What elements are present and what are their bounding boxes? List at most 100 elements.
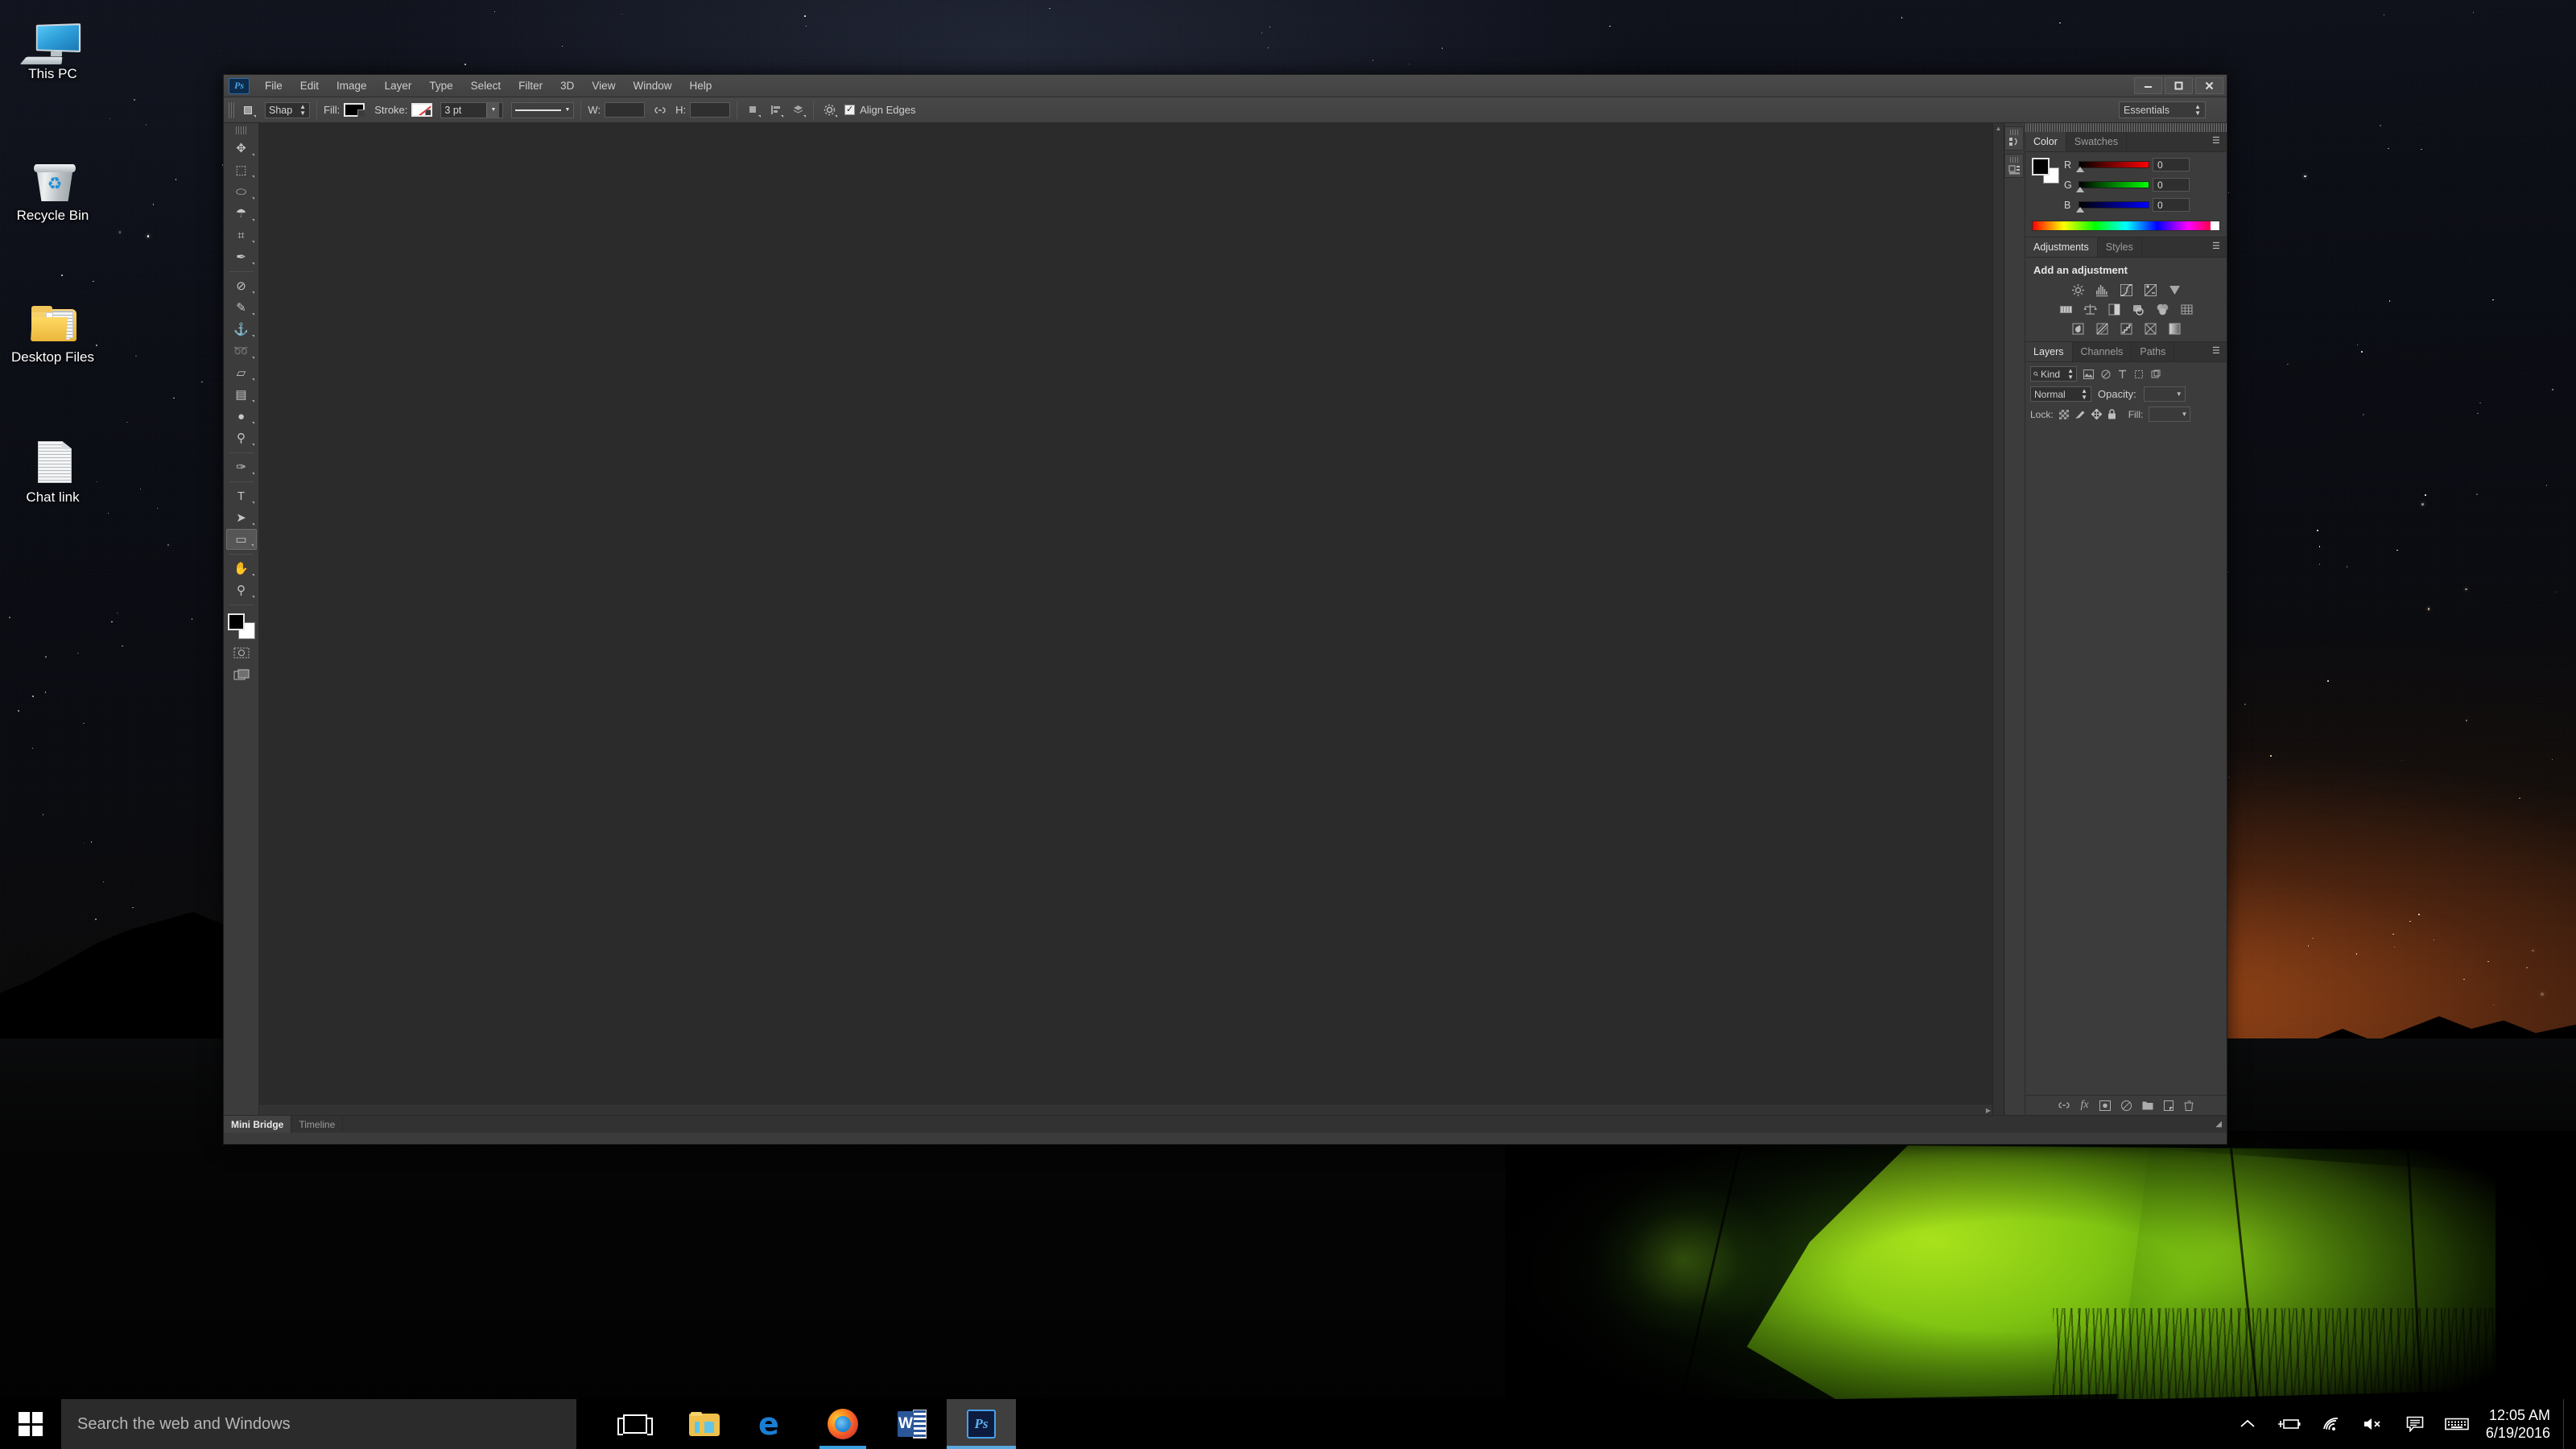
selective-color-icon[interactable]: [2143, 322, 2158, 336]
tools-panel-grip[interactable]: [236, 126, 247, 134]
channel-value[interactable]: 0: [2153, 198, 2190, 212]
eraser-tool[interactable]: ▱: [226, 362, 257, 383]
workspace-switcher[interactable]: Essentials ▲▼: [2119, 101, 2206, 118]
canvas-horizontal-scrollbar[interactable]: ▶: [259, 1104, 1992, 1115]
desktop-icon-recycle-bin[interactable]: ♻ Recycle Bin: [0, 148, 109, 224]
crop-tool[interactable]: ⌗: [226, 225, 257, 246]
shape-width-input[interactable]: [605, 102, 645, 118]
levels-icon[interactable]: [2095, 283, 2110, 297]
channel-mixer-icon[interactable]: [2155, 303, 2170, 316]
hand-tool[interactable]: ✋: [226, 558, 257, 579]
channel-slider[interactable]: [2079, 181, 2149, 188]
show-hidden-icons-icon[interactable]: [2227, 1399, 2268, 1449]
chevron-down-icon[interactable]: ▼: [2176, 390, 2185, 398]
desktop-icon-chat-link[interactable]: Chat link: [0, 430, 109, 506]
path-alignment-icon[interactable]: [766, 101, 784, 119]
eyedropper-tool[interactable]: ✒: [226, 246, 257, 267]
vibrance-icon[interactable]: [2167, 283, 2182, 297]
invert-icon[interactable]: [2070, 322, 2086, 336]
rectangular-marquee-tool[interactable]: ⬚: [226, 159, 257, 180]
gradient-map-icon[interactable]: [2167, 322, 2182, 336]
history-brush-tool[interactable]: ➿: [226, 341, 257, 361]
blend-mode-dropdown[interactable]: Normal ▲▼: [2030, 386, 2091, 402]
search-input[interactable]: Search the web and Windows: [61, 1399, 576, 1449]
fill-color-swatch[interactable]: [344, 103, 365, 117]
touch-keyboard-icon[interactable]: [2436, 1399, 2478, 1449]
panel-menu-icon[interactable]: ☰: [2212, 242, 2223, 252]
menu-item-image[interactable]: Image: [328, 77, 376, 95]
clock[interactable]: 12:05 AM 6/19/2016: [2478, 1406, 2563, 1442]
posterize-icon[interactable]: [2095, 322, 2110, 336]
close-button[interactable]: [2195, 77, 2223, 94]
file-explorer-button[interactable]: [670, 1399, 739, 1449]
status-tab-mini-bridge[interactable]: Mini Bridge: [224, 1116, 291, 1133]
geometry-options-gear-icon[interactable]: [820, 101, 838, 119]
microsoft-edge-button[interactable]: e: [739, 1399, 808, 1449]
volume-muted-icon[interactable]: [2352, 1399, 2394, 1449]
rectangle-tool[interactable]: ▭: [226, 529, 257, 550]
hue-saturation-icon[interactable]: [2058, 303, 2074, 316]
task-view-button[interactable]: [601, 1399, 670, 1449]
lasso-tool[interactable]: ⬭: [226, 181, 257, 202]
color-spectrum-ramp[interactable]: [2032, 221, 2220, 231]
status-tab-timeline[interactable]: Timeline: [291, 1116, 343, 1133]
color-balance-icon[interactable]: [2083, 303, 2098, 316]
exposure-icon[interactable]: [2143, 283, 2158, 297]
dodge-tool[interactable]: ⚲: [226, 427, 257, 448]
canvas-area[interactable]: ▲ ▶: [259, 123, 2004, 1115]
menu-item-window[interactable]: Window: [624, 77, 680, 95]
stroke-width-input[interactable]: 3 pt ▼: [440, 102, 503, 118]
scroll-up-arrow-icon[interactable]: ▲: [1993, 123, 2004, 134]
filter-kind-dropdown[interactable]: Kind ▲▼: [2030, 366, 2077, 382]
photoshop-title-bar[interactable]: Ps FileEditImageLayerTypeSelectFilter3DV…: [224, 75, 2227, 97]
properties-panel-icon[interactable]: [2004, 154, 2024, 178]
desktop-icon-desktop-files[interactable]: Desktop Files: [0, 290, 109, 365]
blur-tool[interactable]: ●: [226, 406, 257, 427]
add-layer-mask-icon[interactable]: [2099, 1100, 2111, 1111]
toolbar-foreground-swatch[interactable]: [228, 613, 245, 630]
menu-item-layer[interactable]: Layer: [376, 77, 421, 95]
fill-input[interactable]: ▼: [2149, 407, 2190, 422]
tab-color[interactable]: Color: [2025, 132, 2066, 151]
new-group-icon[interactable]: [2142, 1100, 2153, 1110]
menu-item-type[interactable]: Type: [420, 77, 461, 95]
foreground-background-color-swatches[interactable]: [2032, 158, 2059, 184]
photo-filter-icon[interactable]: [2131, 303, 2146, 316]
action-center-icon[interactable]: [2394, 1399, 2436, 1449]
canvas-vertical-scrollbar[interactable]: ▲: [1992, 123, 2004, 1115]
channel-slider-thumb[interactable]: [2076, 187, 2084, 192]
new-layer-icon[interactable]: [2164, 1100, 2174, 1111]
zoom-tool[interactable]: ⚲: [226, 580, 257, 601]
maximize-button[interactable]: [2165, 77, 2193, 94]
firefox-button[interactable]: [808, 1399, 877, 1449]
menu-item-file[interactable]: File: [256, 77, 291, 95]
tab-paths[interactable]: Paths: [2132, 342, 2174, 361]
menu-item-view[interactable]: View: [583, 77, 624, 95]
tab-channels[interactable]: Channels: [2073, 342, 2132, 361]
minimize-button[interactable]: [2134, 77, 2162, 94]
color-lookup-icon[interactable]: [2179, 303, 2194, 316]
align-edges-checkbox[interactable]: ✓: [844, 105, 855, 115]
shape-mode-dropdown[interactable]: Shap ▲▼: [265, 102, 310, 118]
tab-adjustments[interactable]: Adjustments: [2025, 237, 2098, 257]
link-layers-icon[interactable]: [2058, 1100, 2070, 1110]
channel-slider-thumb[interactable]: [2076, 207, 2084, 213]
show-desktop-button[interactable]: [2563, 1399, 2573, 1449]
menu-item-3d[interactable]: 3D: [551, 77, 583, 95]
wifi-icon[interactable]: [2310, 1399, 2352, 1449]
curves-icon[interactable]: [2119, 283, 2134, 297]
start-button[interactable]: [0, 1399, 61, 1449]
chevron-down-icon[interactable]: ▼: [2181, 411, 2190, 418]
delete-layer-icon[interactable]: [2184, 1100, 2194, 1111]
channel-slider[interactable]: [2079, 201, 2149, 208]
battery-charging-icon[interactable]: [2268, 1399, 2310, 1449]
panel-menu-icon[interactable]: ☰: [2212, 137, 2223, 147]
menu-item-filter[interactable]: Filter: [510, 77, 551, 95]
desktop-icon-this-pc[interactable]: This PC: [0, 6, 109, 82]
menu-item-help[interactable]: Help: [680, 77, 720, 95]
panel-menu-icon[interactable]: ☰: [2212, 347, 2223, 357]
menu-item-edit[interactable]: Edit: [291, 77, 328, 95]
history-panel-icon[interactable]: [2004, 126, 2024, 151]
scroll-right-arrow-icon[interactable]: ▶: [1986, 1107, 1991, 1114]
brush-tool[interactable]: ✎: [226, 297, 257, 318]
